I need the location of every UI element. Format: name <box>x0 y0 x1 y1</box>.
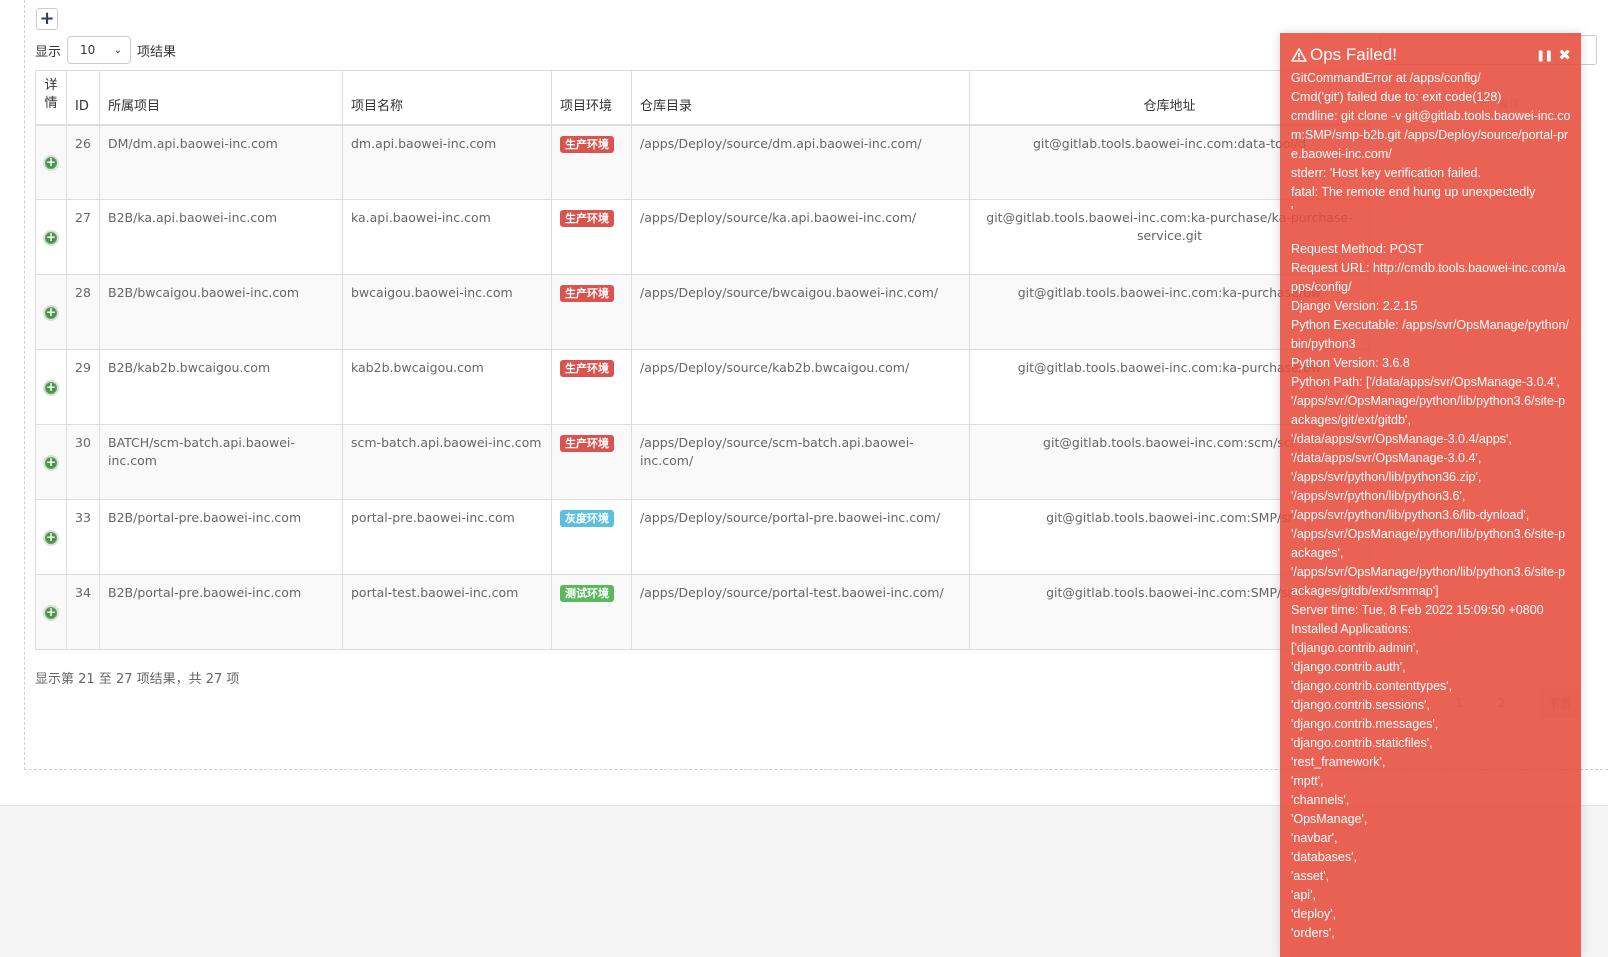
project-cell: BATCH/scm-batch.api.baowei-inc.com <box>99 424 343 500</box>
table-info: 显示第 21 至 27 项结果，共 27 项 <box>35 672 240 687</box>
warning-icon <box>1291 48 1307 62</box>
deploy-table: 详情 ID 所属项目 项目名称 项目环境 仓库目录 仓库地址 +26 DM/dm.… <box>35 70 1370 650</box>
env-badge: 测试环境 <box>560 585 614 602</box>
expand-row-icon[interactable]: + <box>43 605 59 621</box>
name-cell: bwcaigou.baowei-inc.com <box>342 274 552 350</box>
env-badge: 生产环境 <box>560 285 614 302</box>
pause-icon[interactable]: ❚❚ <box>1536 49 1553 62</box>
toast-title: Ops Failed! <box>1310 45 1397 64</box>
project-cell: B2B/portal-pre.baowei-inc.com <box>99 574 343 650</box>
plus-icon: + <box>39 8 55 29</box>
add-button[interactable]: + <box>36 8 58 30</box>
table-row: +34 B2B/portal-pre.baowei-inc.com portal-t… <box>35 574 1370 650</box>
env-cell: 生产环境 <box>551 124 632 200</box>
close-icon[interactable]: ✖ <box>1558 46 1571 64</box>
col-header-name[interactable]: 项目名称 <box>342 70 552 126</box>
table-header-row: 详情 ID 所属项目 项目名称 项目环境 仓库目录 仓库地址 <box>35 70 1370 126</box>
id-cell: 26 <box>66 124 100 200</box>
id-cell: 27 <box>66 199 100 275</box>
table-row: +27 B2B/ka.api.baowei-inc.com ka.api.baowe… <box>35 199 1370 275</box>
length-prefix: 显示 <box>35 44 62 60</box>
col-header-project[interactable]: 所属项目 <box>99 70 343 126</box>
col-header-detail: 详情 <box>35 70 67 126</box>
chevron-down-icon: ⌄ <box>113 44 123 56</box>
detail-cell: + <box>35 274 67 350</box>
project-cell: B2B/ka.api.baowei-inc.com <box>99 199 343 275</box>
col-header-id[interactable]: ID <box>66 70 100 126</box>
page-length-value: 10 <box>80 43 96 57</box>
dir-cell: /apps/Deploy/source/scm-batch.api.baowei… <box>631 424 970 500</box>
detail-cell: + <box>35 499 67 575</box>
name-cell: dm.api.baowei-inc.com <box>342 124 552 200</box>
env-cell: 生产环境 <box>551 424 632 500</box>
detail-cell: + <box>35 424 67 500</box>
project-cell: DM/dm.api.baowei-inc.com <box>99 124 343 200</box>
project-cell: B2B/kab2b.bwcaigou.com <box>99 349 343 425</box>
toast-message: GitCommandError at /apps/config/ Cmd('gi… <box>1291 71 1571 940</box>
expand-row-icon[interactable]: + <box>43 380 59 396</box>
page-length-control: 显示 10 ⌄ 项结果 <box>35 36 176 64</box>
env-cell: 灰度环境 <box>551 499 632 575</box>
table-row: +33 B2B/portal-pre.baowei-inc.com portal-p… <box>35 499 1370 575</box>
name-cell: scm-batch.api.baowei-inc.com <box>342 424 552 500</box>
env-cell: 生产环境 <box>551 349 632 425</box>
error-toast: Ops Failed! ❚❚ ✖ GitCommandError at /app… <box>1280 33 1581 957</box>
page-length-select[interactable]: 10 ⌄ <box>67 36 132 64</box>
id-cell: 29 <box>66 349 100 425</box>
table-row: +26 DM/dm.api.baowei-inc.com dm.api.baowei… <box>35 124 1370 200</box>
dir-cell: /apps/Deploy/source/portal-test.baowei-i… <box>631 574 970 650</box>
project-cell: B2B/bwcaigou.baowei-inc.com <box>99 274 343 350</box>
name-cell: ka.api.baowei-inc.com <box>342 199 552 275</box>
length-suffix: 项结果 <box>137 44 177 60</box>
dir-cell: /apps/Deploy/source/bwcaigou.baowei-inc.… <box>631 274 970 350</box>
env-badge: 生产环境 <box>560 135 614 153</box>
table-row: +28 B2B/bwcaigou.baowei-inc.com bwcaigou.b… <box>35 274 1370 350</box>
id-cell: 30 <box>66 424 100 500</box>
name-cell: portal-test.baowei-inc.com <box>342 574 552 650</box>
expand-row-icon[interactable]: + <box>43 530 59 546</box>
col-header-dir[interactable]: 仓库目录 <box>631 70 970 126</box>
dir-cell: /apps/Deploy/source/kab2b.bwcaigou.com/ <box>631 349 970 425</box>
expand-row-icon[interactable]: + <box>43 305 59 321</box>
detail-cell: + <box>35 199 67 275</box>
dir-cell: /apps/Deploy/source/ka.api.baowei-inc.co… <box>631 199 970 275</box>
env-badge: 灰度环境 <box>560 510 614 527</box>
table-row: +29 B2B/kab2b.bwcaigou.com kab2b.bwcaigou.… <box>35 349 1370 425</box>
expand-row-icon[interactable]: + <box>43 230 59 246</box>
expand-row-icon[interactable]: + <box>43 155 59 172</box>
project-cell: B2B/portal-pre.baowei-inc.com <box>99 499 343 575</box>
dir-cell: /apps/Deploy/source/portal-pre.baowei-in… <box>631 499 970 575</box>
detail-cell: + <box>35 124 67 200</box>
env-badge: 生产环境 <box>560 435 614 452</box>
name-cell: portal-pre.baowei-inc.com <box>342 499 552 575</box>
id-cell: 28 <box>66 274 100 350</box>
table-row: +30 BATCH/scm-batch.api.baowei-inc.com scm… <box>35 424 1370 500</box>
env-cell: 测试环境 <box>551 574 632 650</box>
env-badge: 生产环境 <box>560 210 614 227</box>
env-cell: 生产环境 <box>551 199 632 275</box>
id-cell: 34 <box>66 574 100 650</box>
id-cell: 33 <box>66 499 100 575</box>
col-header-env[interactable]: 项目环境 <box>551 70 632 126</box>
expand-row-icon[interactable]: + <box>43 455 59 471</box>
dir-cell: /apps/Deploy/source/dm.api.baowei-inc.co… <box>631 124 970 200</box>
detail-cell: + <box>35 574 67 650</box>
name-cell: kab2b.bwcaigou.com <box>342 349 552 425</box>
detail-cell: + <box>35 349 67 425</box>
env-badge: 生产环境 <box>560 360 614 377</box>
env-cell: 生产环境 <box>551 274 632 350</box>
